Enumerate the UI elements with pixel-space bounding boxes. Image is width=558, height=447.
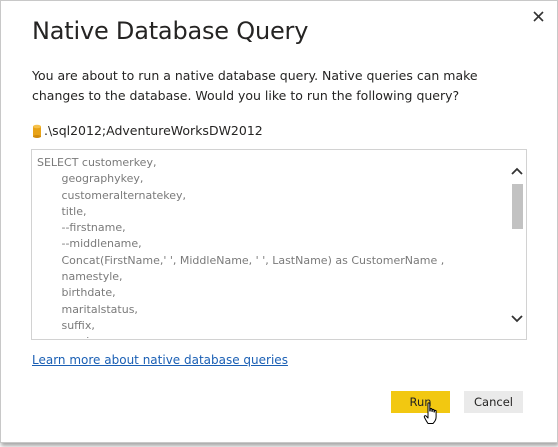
run-button[interactable]: Run [391, 391, 450, 413]
database-name: .\sql2012;AdventureWorksDW2012 [44, 123, 263, 138]
warning-message: You are about to run a native database q… [32, 68, 478, 103]
scroll-thumb[interactable] [512, 184, 523, 229]
dialog-title: Native Database Query [32, 17, 309, 45]
learn-more-link[interactable]: Learn more about native database queries [32, 353, 288, 367]
query-line: title, [37, 204, 87, 218]
query-line: suffix, [37, 318, 95, 332]
query-line: birthdate, [37, 286, 116, 300]
chevron-down-icon [511, 315, 523, 323]
query-line: geographykey, [37, 172, 144, 186]
query-line: gender, [37, 334, 502, 338]
database-icon [33, 124, 41, 138]
query-line: maritalstatus, [37, 302, 138, 316]
vertical-scrollbar[interactable] [508, 150, 526, 339]
scroll-down-button[interactable] [508, 310, 526, 328]
query-line: namestyle, [37, 270, 123, 284]
query-text: SELECT customerkey, geographykey, custom… [37, 155, 502, 338]
query-line: --firstname, [37, 221, 126, 235]
query-textbox[interactable]: SELECT customerkey, geographykey, custom… [31, 149, 527, 340]
cancel-button[interactable]: Cancel [464, 391, 523, 413]
native-database-query-dialog: Native Database Query You are about to r… [0, 0, 558, 443]
close-icon [532, 10, 544, 22]
chevron-up-icon [511, 167, 523, 175]
database-source: .\sql2012;AdventureWorksDW2012 [32, 123, 263, 138]
scroll-up-button[interactable] [508, 162, 526, 180]
query-line: --middlename, [37, 237, 142, 251]
query-line: SELECT customerkey, [37, 156, 157, 169]
query-line: Concat(FirstName,' ', MiddleName, ' ', L… [37, 253, 445, 267]
query-line: customeralternatekey, [37, 188, 187, 202]
close-button[interactable] [523, 4, 553, 28]
